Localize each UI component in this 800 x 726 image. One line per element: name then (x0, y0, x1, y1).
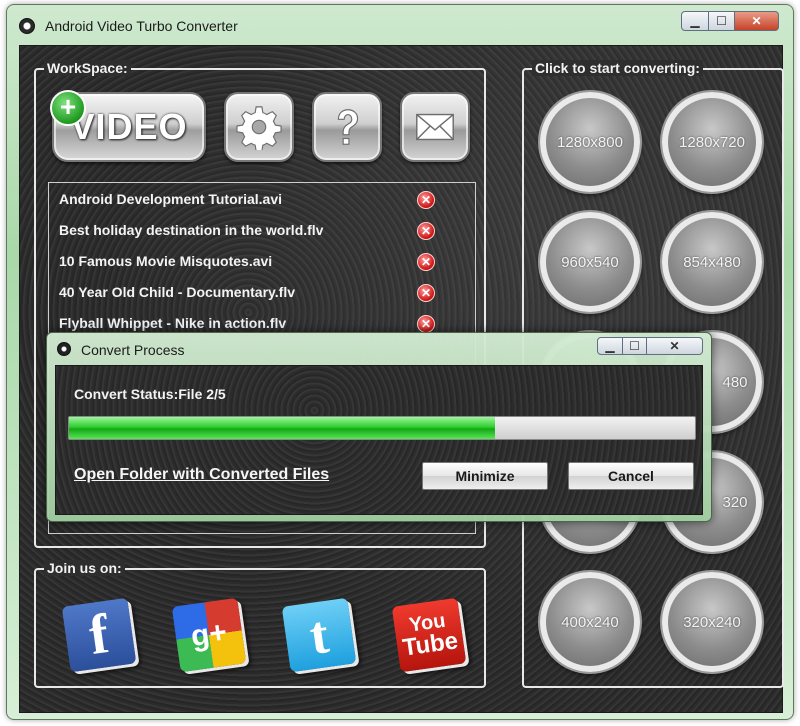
resolution-button-320x240[interactable]: 320x240 (662, 572, 762, 672)
window-title: Android Video Turbo Converter (45, 18, 238, 34)
twitter-icon[interactable]: t (281, 597, 357, 673)
resolution-label: 400x240 (561, 613, 619, 631)
settings-button[interactable] (224, 92, 294, 162)
open-folder-link[interactable]: Open Folder with Converted Files (74, 466, 329, 484)
dialog-maximize-button[interactable]: ☐ (623, 337, 647, 355)
dialog-close-button[interactable]: ✕ (647, 337, 703, 355)
add-video-label: VIDEO (70, 106, 188, 147)
remove-file-icon[interactable]: ✕ (417, 191, 435, 209)
file-name: 40 Year Old Child - Documentary.flv (59, 284, 295, 300)
list-item[interactable]: 10 Famous Movie Misquotes.avi ✕ (59, 249, 459, 275)
minimize-button[interactable]: Minimize (422, 462, 548, 490)
resolution-button-1280x720[interactable]: 1280x720 (662, 92, 762, 192)
help-button[interactable] (312, 92, 382, 162)
join-us-group: Join us on: f g+ t You Tube (34, 560, 486, 688)
resolution-label: 960x540 (561, 253, 619, 271)
dialog-title: Convert Process (81, 342, 185, 358)
plus-icon: + (50, 90, 86, 126)
window-controls: ▁ ☐ ✕ (681, 11, 779, 33)
join-us-label: Join us on: (44, 560, 125, 576)
cancel-button[interactable]: Cancel (568, 462, 694, 490)
resolution-label: 320x240 (683, 613, 741, 631)
mail-icon (416, 113, 454, 141)
dialog-minimize-button[interactable]: ▁ (597, 337, 623, 355)
gear-icon (236, 106, 282, 150)
list-item[interactable]: 40 Year Old Child - Documentary.flv ✕ (59, 280, 459, 306)
dialog-app-icon (57, 342, 71, 356)
resolution-button-400x240[interactable]: 400x240 (540, 572, 640, 672)
google-plus-icon[interactable]: g+ (171, 597, 247, 673)
contact-mail-button[interactable] (400, 92, 470, 162)
file-name: Best holiday destination in the world.fl… (59, 222, 324, 238)
maximize-window-button[interactable]: ☐ (709, 11, 735, 31)
file-name: 10 Famous Movie Misquotes.avi (59, 253, 273, 269)
dialog-client-area: Convert Status:File 2/5 Open Folder with… (55, 365, 703, 515)
resolution-label: 1280x720 (679, 133, 745, 151)
youtube-icon[interactable]: You Tube (391, 597, 467, 673)
resolution-button-1280x800[interactable]: 1280x800 (540, 92, 640, 192)
progress-fill (69, 417, 495, 439)
file-name: Android Development Tutorial.avi (59, 191, 282, 207)
remove-file-icon[interactable]: ✕ (417, 284, 435, 302)
youtube-tube-text: Tube (400, 627, 460, 662)
help-icon (337, 109, 359, 145)
list-item[interactable]: Android Development Tutorial.avi ✕ (59, 187, 459, 213)
resolution-button-960x540[interactable]: 960x540 (540, 212, 640, 312)
convert-process-dialog: Convert Process ▁ ☐ ✕ Convert Status:Fil… (46, 332, 712, 522)
convert-progress-bar (68, 416, 696, 440)
dialog-window-controls: ▁ ☐ ✕ (597, 337, 703, 355)
close-window-button[interactable]: ✕ (735, 11, 779, 31)
resolution-label: 854x480 (683, 253, 741, 271)
facebook-icon[interactable]: f (61, 597, 137, 673)
resolution-button-854x480[interactable]: 854x480 (662, 212, 762, 312)
remove-file-icon[interactable]: ✕ (417, 315, 435, 333)
resolution-label: 1280x800 (557, 133, 623, 151)
remove-file-icon[interactable]: ✕ (417, 222, 435, 240)
app-icon (19, 18, 35, 34)
minimize-window-button[interactable]: ▁ (681, 11, 709, 31)
remove-file-icon[interactable]: ✕ (417, 253, 435, 271)
list-item[interactable]: Best holiday destination in the world.fl… (59, 218, 459, 244)
workspace-label: WorkSpace: (44, 60, 131, 76)
title-bar[interactable]: Android Video Turbo Converter ▁ ☐ ✕ (7, 5, 793, 43)
file-name: Flyball Whippet - Nike in action.flv (59, 315, 287, 331)
convert-status-text: Convert Status:File 2/5 (74, 386, 226, 402)
convert-label: Click to start converting: (532, 60, 703, 76)
add-video-button[interactable]: + VIDEO (50, 90, 206, 162)
